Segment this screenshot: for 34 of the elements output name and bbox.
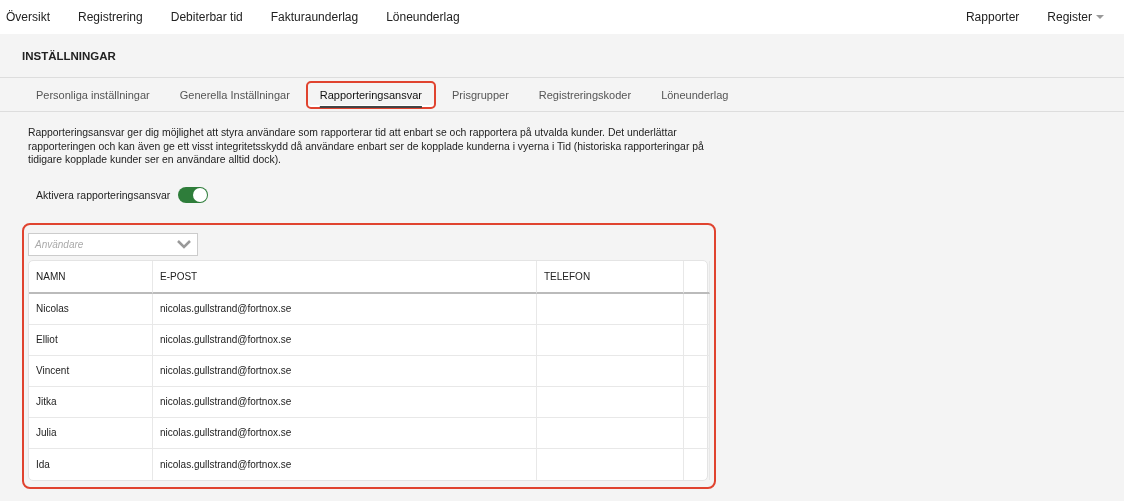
nav-link[interactable]: Debiterbar tid bbox=[156, 10, 257, 24]
chevron-down-icon bbox=[177, 239, 191, 249]
settings-tab[interactable]: Personliga inställningar bbox=[22, 80, 164, 109]
table-cell: Jitka bbox=[29, 386, 153, 418]
nav-link[interactable]: Registrering bbox=[64, 10, 157, 24]
caret-icon bbox=[1096, 15, 1104, 19]
column-header: TELEFON bbox=[537, 260, 684, 294]
table-cell: nicolas.gullstrand@fortnox.se bbox=[153, 324, 537, 356]
settings-tab[interactable]: Rapporteringsansvar bbox=[305, 80, 436, 109]
table-cell: Nicolas bbox=[29, 293, 153, 325]
settings-tab[interactable]: Generella Inställningar bbox=[165, 80, 304, 109]
table-cell: Ida bbox=[29, 448, 153, 480]
toggle-label: Aktivera rapporteringsansvar bbox=[36, 188, 171, 201]
nav-link[interactable]: Löneunderlag bbox=[372, 10, 474, 24]
table-cell: nicolas.gullstrand@fortnox.se bbox=[153, 448, 537, 480]
table-cell: Julia bbox=[29, 417, 153, 449]
table-cell: Elliot bbox=[29, 324, 153, 356]
table-cell: nicolas.gullstrand@fortnox.se bbox=[153, 417, 537, 449]
settings-tab[interactable]: Registreringskoder bbox=[524, 80, 646, 109]
settings-tab[interactable]: Prisgrupper bbox=[437, 80, 523, 109]
settings-tab[interactable]: Löneunderlag bbox=[647, 80, 743, 109]
table-cell: nicolas.gullstrand@fortnox.se bbox=[153, 386, 537, 418]
column-header: E-POST bbox=[153, 260, 537, 294]
page-title: INSTÄLLNINGAR bbox=[22, 49, 116, 62]
table-cell: nicolas.gullstrand@fortnox.se bbox=[153, 355, 537, 387]
nav-link[interactable]: Översikt bbox=[6, 10, 64, 24]
toggle-switch[interactable] bbox=[178, 186, 209, 203]
nav-link[interactable]: Fakturaunderlag bbox=[256, 10, 373, 24]
nav-link[interactable]: Rapporter bbox=[965, 10, 1034, 24]
table-cell: nicolas.gullstrand@fortnox.se bbox=[153, 293, 537, 325]
nav-dropdown[interactable]: Register bbox=[1033, 10, 1118, 24]
table-cell: Vincent bbox=[29, 355, 153, 387]
column-header: NAMN bbox=[29, 260, 153, 294]
description-text: Rapporteringsansvar ger dig möjlighet att styra användare som rapporterar tid att enbart se och rapportera på utvalda kunder. Det underlättar rapporteringen och kan även ge ett visst integritetsskydd då användare enbart ser de kopplade kunderna i vyerna i Tid (historiska rapporteringar på tidigare kopplade kunder ser en användare alltid dock). bbox=[28, 126, 705, 167]
